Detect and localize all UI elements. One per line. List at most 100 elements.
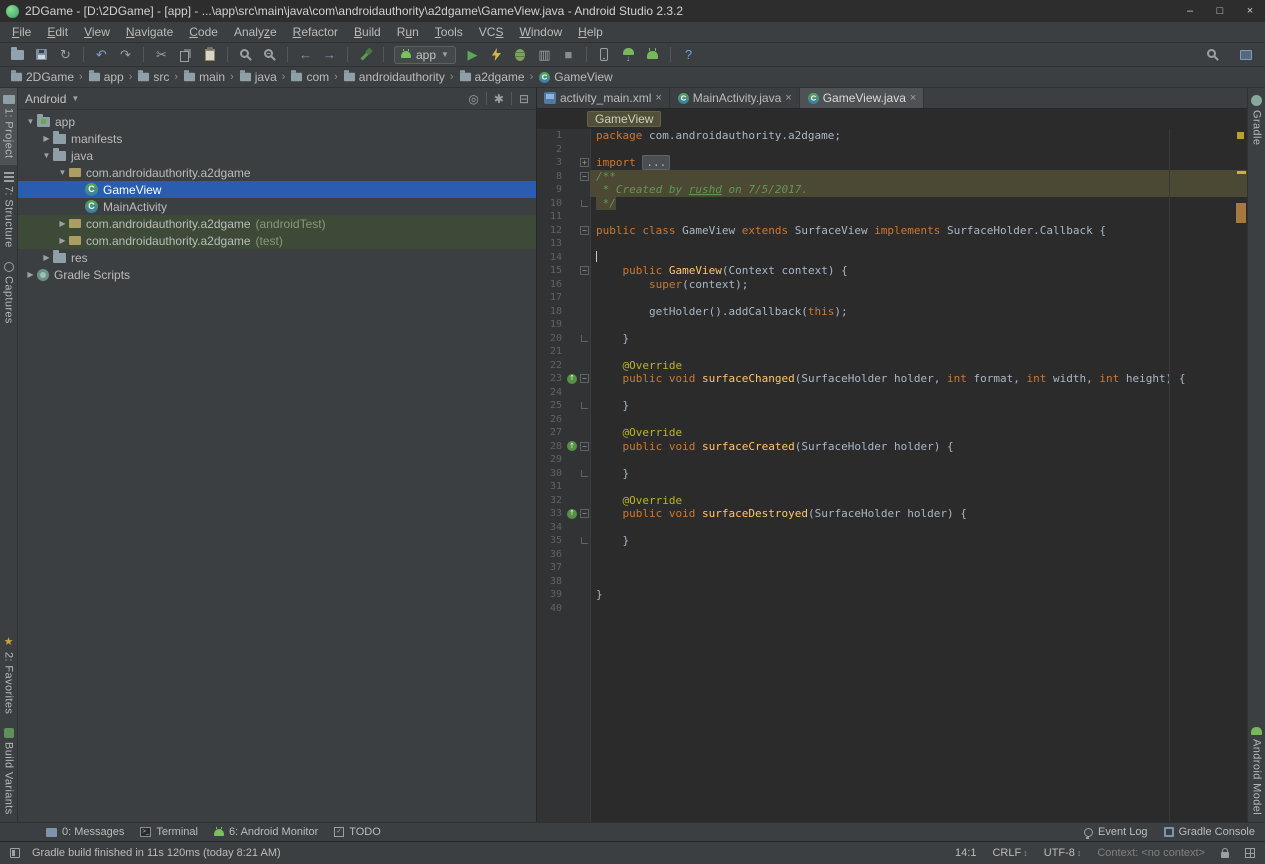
fold-end-icon[interactable] xyxy=(581,200,588,207)
code-line-33[interactable]: 33↑− public void surfaceDestroyed(Surfac… xyxy=(537,507,1247,521)
tree-item-gradle-scripts[interactable]: ▶Gradle Scripts xyxy=(18,266,536,283)
tree-expanded-arrow-icon[interactable]: ▼ xyxy=(40,151,53,160)
error-stripe[interactable] xyxy=(1234,129,1247,822)
menu-item-help[interactable]: Help xyxy=(570,23,611,41)
tool-button-6-android-monitor[interactable]: 6: Android Monitor xyxy=(214,826,318,838)
forward-icon[interactable]: → xyxy=(318,45,341,65)
tree-item-res[interactable]: ▶res xyxy=(18,249,536,266)
line-separator-selector[interactable]: CRLF xyxy=(992,847,1027,859)
menu-item-build[interactable]: Build xyxy=(346,23,389,41)
tree-item-gameview[interactable]: CGameView xyxy=(18,181,536,198)
close-button[interactable]: × xyxy=(1235,0,1265,22)
tool-button-terminal[interactable]: Terminal xyxy=(140,826,198,838)
menu-item-edit[interactable]: Edit xyxy=(39,23,76,41)
sdk-manager-icon[interactable] xyxy=(617,45,640,65)
code-line-36[interactable]: 36 xyxy=(537,548,1247,562)
fold-end-icon[interactable] xyxy=(581,537,588,544)
code-line-30[interactable]: 30 } xyxy=(537,467,1247,481)
copy-icon[interactable] xyxy=(174,45,197,65)
code-line-19[interactable]: 19 xyxy=(537,318,1247,332)
help-icon[interactable]: ? xyxy=(677,45,700,65)
code-line-27[interactable]: 27 @Override xyxy=(537,426,1247,440)
code-line-16[interactable]: 16 super(context); xyxy=(537,278,1247,292)
cut-icon[interactable]: ✂ xyxy=(150,45,173,65)
menu-item-file[interactable]: File xyxy=(4,23,39,41)
tree-collapsed-arrow-icon[interactable]: ▶ xyxy=(56,236,69,245)
menu-item-view[interactable]: View xyxy=(76,23,118,41)
editor-tab-activity-main-xml[interactable]: activity_main.xml× xyxy=(537,88,670,108)
inspection-status-icon[interactable] xyxy=(1237,132,1244,139)
fold-end-icon[interactable] xyxy=(581,335,588,342)
replace-icon[interactable] xyxy=(258,45,281,65)
tool-button-todo[interactable]: TODO xyxy=(334,826,381,838)
highlight-stripe-mark[interactable] xyxy=(1236,203,1246,223)
device-monitor-icon[interactable] xyxy=(641,45,664,65)
undo-icon[interactable]: ↶ xyxy=(90,45,113,65)
tree-collapsed-arrow-icon[interactable]: ▶ xyxy=(40,253,53,262)
breadcrumb-item-a2dgame[interactable]: a2dgame xyxy=(457,70,527,84)
code-line-10[interactable]: 10 */ xyxy=(537,197,1247,211)
tree-item-app[interactable]: ▼app xyxy=(18,113,536,130)
open-icon[interactable] xyxy=(6,45,29,65)
save-all-icon[interactable] xyxy=(30,45,53,65)
menu-item-vcs[interactable]: VCS xyxy=(471,23,512,41)
run-configuration-select[interactable]: app▼ xyxy=(394,46,456,64)
editor-tab-gameview-java[interactable]: CGameView.java× xyxy=(800,88,925,108)
fold-collapse-icon[interactable]: − xyxy=(580,226,589,235)
debug-button[interactable] xyxy=(509,45,532,65)
code-line-35[interactable]: 35 } xyxy=(537,534,1247,548)
fold-expand-icon[interactable]: + xyxy=(580,158,589,167)
tree-item-mainactivity[interactable]: CMainActivity xyxy=(18,198,536,215)
breadcrumb-item-main[interactable]: main xyxy=(181,70,227,84)
menu-item-navigate[interactable]: Navigate xyxy=(118,23,181,41)
code-line-3[interactable]: 3+import ... xyxy=(537,156,1247,170)
breadcrumb-item-java[interactable]: java xyxy=(237,70,279,84)
breadcrumb-item-androidauthority[interactable]: androidauthority xyxy=(341,70,447,84)
maximize-button[interactable]: □ xyxy=(1205,0,1235,22)
code-editor[interactable]: 1package com.androidauthority.a2dgame;23… xyxy=(537,129,1247,822)
implements-marker-icon[interactable]: ↑ xyxy=(567,374,577,384)
tree-expanded-arrow-icon[interactable]: ▼ xyxy=(56,168,69,177)
breadcrumb-item-src[interactable]: src xyxy=(135,70,171,84)
fold-collapse-icon[interactable]: − xyxy=(580,374,589,383)
minimize-button[interactable]: – xyxy=(1175,0,1205,22)
menu-item-window[interactable]: Window xyxy=(511,23,570,41)
implements-marker-icon[interactable]: ↑ xyxy=(567,509,577,519)
code-line-20[interactable]: 20 } xyxy=(537,332,1247,346)
find-icon[interactable] xyxy=(234,45,257,65)
tool-button-gradle[interactable]: Gradle xyxy=(1248,88,1265,152)
code-line-28[interactable]: 28↑− public void surfaceCreated(SurfaceH… xyxy=(537,440,1247,454)
tool-button-0-messages[interactable]: 0: Messages xyxy=(46,826,124,838)
synchronize-icon[interactable]: ↻ xyxy=(54,45,77,65)
code-line-25[interactable]: 25 } xyxy=(537,399,1247,413)
fold-collapse-icon[interactable]: − xyxy=(580,266,589,275)
tool-button-7-structure[interactable]: 7: Structure xyxy=(0,165,17,255)
code-line-2[interactable]: 2 xyxy=(537,143,1247,157)
tree-collapsed-arrow-icon[interactable]: ▶ xyxy=(56,219,69,228)
fold-collapse-icon[interactable]: − xyxy=(580,442,589,451)
close-tab-icon[interactable]: × xyxy=(655,92,661,104)
code-line-26[interactable]: 26 xyxy=(537,413,1247,427)
tool-button-captures[interactable]: Captures xyxy=(0,255,17,331)
tool-button-event-log[interactable]: Event Log xyxy=(1084,826,1148,838)
tool-button-android-model[interactable]: Android Model xyxy=(1248,720,1265,822)
code-line-13[interactable]: 13 xyxy=(537,237,1247,251)
make-project-icon[interactable] xyxy=(354,45,377,65)
code-line-38[interactable]: 38 xyxy=(537,575,1247,589)
code-line-39[interactable]: 39} xyxy=(537,588,1247,602)
paste-icon[interactable] xyxy=(198,45,221,65)
tree-item-com-androidauthority-a2dgame-test[interactable]: ▶com.androidauthority.a2dgame(test) xyxy=(18,232,536,249)
code-line-22[interactable]: 22 @Override xyxy=(537,359,1247,373)
menu-item-tools[interactable]: Tools xyxy=(427,23,471,41)
code-line-1[interactable]: 1package com.androidauthority.a2dgame; xyxy=(537,129,1247,143)
fold-collapse-icon[interactable]: − xyxy=(580,172,589,181)
code-line-32[interactable]: 32 @Override xyxy=(537,494,1247,508)
tree-collapsed-arrow-icon[interactable]: ▶ xyxy=(40,134,53,143)
highlighting-level-icon[interactable] xyxy=(1245,848,1255,858)
menu-item-run[interactable]: Run xyxy=(389,23,427,41)
fold-collapse-icon[interactable]: − xyxy=(580,509,589,518)
tool-button-2-favorites[interactable]: ★2: Favorites xyxy=(0,630,17,721)
project-view-selector[interactable]: Android ▼ xyxy=(25,92,79,106)
breadcrumb-item-app[interactable]: app xyxy=(86,70,126,84)
redo-icon[interactable]: ↷ xyxy=(114,45,137,65)
